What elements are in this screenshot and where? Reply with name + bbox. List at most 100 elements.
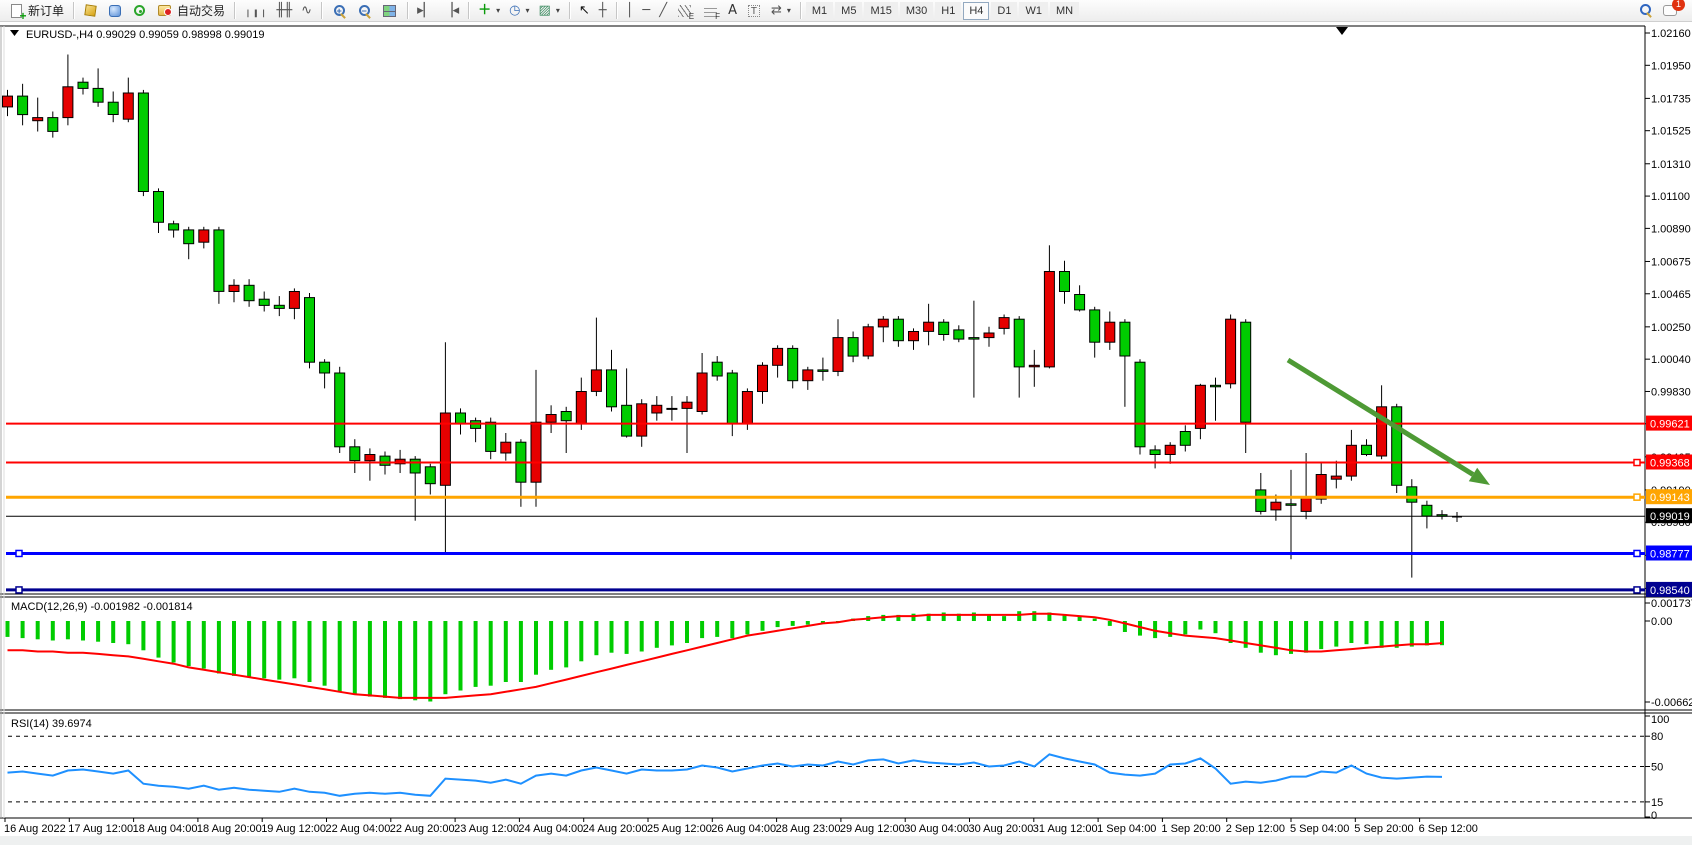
bar-chart-button[interactable]: ╷╻╷	[240, 1, 271, 21]
chevron-down-icon: ▾	[496, 6, 500, 15]
line-handle	[1634, 550, 1640, 556]
svg-text:28 Aug 23:00: 28 Aug 23:00	[776, 823, 841, 835]
svg-text:25 Aug 12:00: 25 Aug 12:00	[647, 823, 712, 835]
timeframe-button-h1[interactable]: H1	[935, 2, 961, 20]
signals-button[interactable]	[128, 1, 151, 21]
timeframe-button-d1[interactable]: D1	[991, 2, 1017, 20]
svg-text:2 Sep 12:00: 2 Sep 12:00	[1226, 823, 1285, 835]
toolbar-separator	[569, 2, 570, 19]
svg-text:1.01100: 1.01100	[1651, 191, 1690, 203]
tile-windows-button[interactable]	[377, 1, 402, 21]
channel-button[interactable]: E	[672, 1, 697, 21]
tile-windows-icon	[383, 5, 396, 17]
text-label-icon: T	[748, 5, 760, 17]
svg-text:0.99830: 0.99830	[1651, 387, 1691, 399]
chart-canvas[interactable]: 1.021601.019501.017351.015251.013101.011…	[0, 22, 1692, 845]
svg-text:18 Aug 04:00: 18 Aug 04:00	[133, 823, 198, 835]
timeframe-button-m5[interactable]: M5	[835, 2, 862, 20]
zoom-in-icon: +	[334, 5, 345, 16]
svg-text:22 Aug 20:00: 22 Aug 20:00	[390, 823, 455, 835]
fibonacci-icon: F	[704, 5, 717, 17]
svg-text:0: 0	[1651, 810, 1657, 822]
new-order-icon: +	[11, 4, 22, 18]
autotrading-label: 自动交易	[177, 2, 225, 19]
line-handle	[1634, 460, 1640, 466]
chart-shift-button[interactable]: ▕◂	[439, 1, 464, 21]
svg-text:29 Aug 12:00: 29 Aug 12:00	[840, 823, 905, 835]
market-watch-button[interactable]	[79, 1, 102, 21]
auto-scroll-button[interactable]: ▸▏	[413, 1, 438, 21]
svg-text:24 Aug 20:00: 24 Aug 20:00	[583, 823, 648, 835]
chart-window: 1.021601.019501.017351.015251.013101.011…	[0, 22, 1692, 845]
macd-label: MACD(12,26,9) -0.001982 -0.001814	[11, 601, 193, 613]
svg-text:30 Aug 20:00: 30 Aug 20:00	[969, 823, 1034, 835]
search-button[interactable]	[1633, 1, 1657, 21]
toolbar: + 新订单 自动交易 ╷╻╷ ╫╫ ∿ + − ▸▏ ▕◂ ＋▾ ◷▾ ▨▾ ↖…	[0, 0, 1692, 22]
rsi-label: RSI(14) 39.6974	[11, 718, 92, 730]
horizontal-line-icon: ─	[642, 3, 650, 19]
line-chart-button[interactable]: ∿	[297, 1, 316, 21]
autotrade-icon	[158, 5, 171, 16]
notifications-button[interactable]: 1	[1658, 1, 1682, 21]
zoom-out-button[interactable]: −	[352, 1, 376, 21]
trendline-icon: ╱	[659, 3, 667, 19]
vertical-line-button[interactable]: │	[622, 1, 638, 21]
svg-text:5 Sep 04:00: 5 Sep 04:00	[1290, 823, 1349, 835]
timeframe-button-h4[interactable]: H4	[963, 2, 989, 20]
svg-text:15: 15	[1651, 797, 1663, 809]
svg-text:26 Aug 04:00: 26 Aug 04:00	[711, 823, 776, 835]
svg-text:80: 80	[1651, 731, 1663, 743]
svg-text:50: 50	[1651, 762, 1663, 774]
chevron-down-icon: ▾	[787, 6, 791, 15]
arrows-button[interactable]: ⇄▾	[767, 1, 795, 21]
svg-text:1 Sep 04:00: 1 Sep 04:00	[1097, 823, 1156, 835]
navigator-button[interactable]	[103, 1, 127, 21]
line-handle	[16, 550, 22, 556]
crosshair-icon: ┼	[599, 3, 607, 19]
horizontal-line-button[interactable]: ─	[638, 1, 654, 21]
bottom-strip	[0, 836, 1692, 845]
new-order-button[interactable]: + 新订单	[4, 1, 68, 21]
crosshair-button[interactable]: ┼	[595, 1, 611, 21]
svg-text:1.00465: 1.00465	[1651, 289, 1691, 301]
template-icon: ▨	[539, 3, 551, 19]
timeframe-button-w1[interactable]: W1	[1019, 2, 1048, 20]
svg-text:0.00: 0.00	[1651, 616, 1672, 628]
notification-badge: 1	[1672, 0, 1685, 11]
svg-text:1.00890: 1.00890	[1651, 223, 1691, 235]
toolbar-separator	[73, 2, 74, 19]
equidistant-channel-icon: E	[678, 5, 691, 17]
svg-text:30 Aug 04:00: 30 Aug 04:00	[904, 823, 969, 835]
zoom-in-button[interactable]: +	[327, 1, 351, 21]
line-handle	[16, 587, 22, 593]
svg-text:-0.006628: -0.006628	[1651, 697, 1692, 709]
cursor-button[interactable]: ↖	[575, 1, 594, 21]
svg-text:31 Aug 12:00: 31 Aug 12:00	[1033, 823, 1098, 835]
candle-chart-button[interactable]: ╫╫	[273, 1, 297, 21]
timeframe-button-m1[interactable]: M1	[806, 2, 833, 20]
svg-text:1.00040: 1.00040	[1651, 354, 1691, 366]
timeframe-button-m30[interactable]: M30	[900, 2, 933, 20]
text-button[interactable]: A	[724, 1, 741, 21]
candles-chart-icon: ╫╫	[277, 3, 293, 19]
svg-text:1.01950: 1.01950	[1651, 60, 1691, 72]
autotrading-button[interactable]: 自动交易	[152, 1, 229, 21]
templates-button[interactable]: ▨▾	[535, 1, 564, 21]
toolbar-separator	[468, 2, 469, 19]
navigator-icon	[109, 5, 121, 17]
chevron-down-icon: ▾	[526, 6, 530, 15]
trendline-button[interactable]: ╱	[655, 1, 671, 21]
fibonacci-button[interactable]: F	[698, 1, 723, 21]
periods-button[interactable]: ◷▾	[505, 1, 533, 21]
timeframe-button-mn[interactable]: MN	[1050, 2, 1079, 20]
svg-text:5 Sep 20:00: 5 Sep 20:00	[1354, 823, 1413, 835]
timeframe-button-m15[interactable]: M15	[864, 2, 897, 20]
svg-text:1.00675: 1.00675	[1651, 257, 1691, 269]
svg-text:0.98540: 0.98540	[1650, 585, 1690, 597]
search-icon	[1640, 4, 1651, 15]
clock-icon: ◷	[509, 3, 520, 19]
line-handle	[1634, 587, 1640, 593]
indicators-button[interactable]: ＋▾	[474, 1, 504, 21]
svg-text:1.01310: 1.01310	[1651, 159, 1691, 171]
text-label-button[interactable]: T	[742, 1, 766, 21]
